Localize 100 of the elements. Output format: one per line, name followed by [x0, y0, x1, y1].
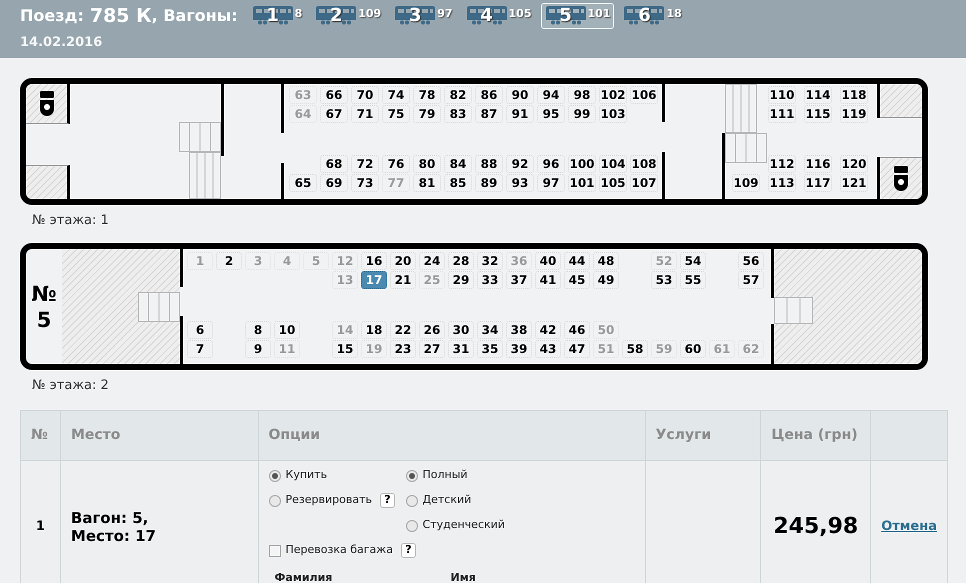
- seat[interactable]: 78: [413, 86, 441, 104]
- seat[interactable]: 86: [475, 86, 503, 104]
- seat[interactable]: 43: [535, 340, 561, 358]
- seat[interactable]: 20: [390, 252, 416, 270]
- seat[interactable]: 42: [535, 321, 561, 339]
- seat[interactable]: 71: [351, 105, 379, 123]
- seat[interactable]: 24: [419, 252, 445, 270]
- seat[interactable]: 60: [680, 340, 706, 358]
- seat[interactable]: 45: [564, 271, 590, 289]
- seat[interactable]: 21: [390, 271, 416, 289]
- seat[interactable]: 32: [477, 252, 503, 270]
- seat[interactable]: 70: [351, 86, 379, 104]
- seat[interactable]: 18: [361, 321, 387, 339]
- seat[interactable]: 41: [535, 271, 561, 289]
- seat[interactable]: 66: [320, 86, 348, 104]
- seat[interactable]: 109: [732, 174, 760, 192]
- seat[interactable]: 26: [419, 321, 445, 339]
- seat[interactable]: 44: [564, 252, 590, 270]
- seat[interactable]: 114: [804, 86, 832, 104]
- seat[interactable]: 105: [599, 174, 627, 192]
- seat[interactable]: 38: [506, 321, 532, 339]
- seat[interactable]: 107: [630, 174, 658, 192]
- seat[interactable]: 99: [568, 105, 596, 123]
- seat[interactable]: 39: [506, 340, 532, 358]
- help-badge[interactable]: ?: [380, 493, 395, 508]
- seat[interactable]: 112: [768, 155, 796, 173]
- seat[interactable]: 111: [768, 105, 796, 123]
- seat[interactable]: 110: [768, 86, 796, 104]
- seat[interactable]: 75: [382, 105, 410, 123]
- seat[interactable]: 65: [289, 174, 317, 192]
- seat[interactable]: 94: [537, 86, 565, 104]
- seat[interactable]: 101: [568, 174, 596, 192]
- seat[interactable]: 118: [840, 86, 868, 104]
- seat[interactable]: 93: [506, 174, 534, 192]
- seat[interactable]: 68: [320, 155, 348, 173]
- radio-button[interactable]: [406, 494, 418, 506]
- seat[interactable]: 113: [768, 174, 796, 192]
- seat[interactable]: 46: [564, 321, 590, 339]
- seat[interactable]: 30: [448, 321, 474, 339]
- seat[interactable]: 119: [840, 105, 868, 123]
- seat[interactable]: 8: [245, 321, 271, 339]
- seat[interactable]: 48: [593, 252, 619, 270]
- seat[interactable]: 40: [535, 252, 561, 270]
- seat[interactable]: 9: [245, 340, 271, 358]
- seat[interactable]: 89: [475, 174, 503, 192]
- checkbox[interactable]: [268, 544, 281, 556]
- seat[interactable]: 67: [320, 105, 348, 123]
- seat[interactable]: 6: [187, 321, 213, 339]
- seat[interactable]: 10: [274, 321, 300, 339]
- seat[interactable]: 106: [630, 86, 658, 104]
- seat[interactable]: 58: [622, 340, 648, 358]
- seat[interactable]: 74: [382, 86, 410, 104]
- seat[interactable]: 84: [444, 155, 472, 173]
- seat[interactable]: 56: [738, 252, 764, 270]
- seat[interactable]: 2: [216, 252, 242, 270]
- seat[interactable]: 37: [506, 271, 532, 289]
- seat[interactable]: 92: [506, 155, 534, 173]
- seat[interactable]: 80: [413, 155, 441, 173]
- seat[interactable]: 53: [651, 271, 677, 289]
- seat[interactable]: 81: [413, 174, 441, 192]
- seat[interactable]: 22: [390, 321, 416, 339]
- seat[interactable]: 104: [599, 155, 627, 173]
- wagon-tab[interactable]: 1 8: [248, 3, 306, 29]
- seat[interactable]: 54: [680, 252, 706, 270]
- wagon-tab[interactable]: 3 97: [390, 3, 457, 29]
- radio-button[interactable]: [268, 494, 281, 506]
- seat[interactable]: 47: [564, 340, 590, 358]
- seat[interactable]: 17: [361, 271, 387, 289]
- seat[interactable]: 108: [630, 155, 658, 173]
- seat[interactable]: 79: [413, 105, 441, 123]
- seat[interactable]: 55: [680, 271, 706, 289]
- radio-button[interactable]: [406, 470, 418, 482]
- wagon-tab[interactable]: 4 105: [462, 3, 536, 29]
- wagon-tab[interactable]: 5 101: [540, 3, 614, 29]
- seat[interactable]: 82: [444, 86, 472, 104]
- seat[interactable]: 15: [332, 340, 358, 358]
- seat[interactable]: 87: [475, 105, 503, 123]
- seat[interactable]: 57: [738, 271, 764, 289]
- seat[interactable]: 16: [361, 252, 387, 270]
- seat[interactable]: 72: [351, 155, 379, 173]
- seat[interactable]: 33: [477, 271, 503, 289]
- seat[interactable]: 28: [448, 252, 474, 270]
- wagon-tab[interactable]: 2 109: [311, 3, 386, 29]
- seat[interactable]: 90: [506, 86, 534, 104]
- seat[interactable]: 102: [599, 86, 627, 104]
- seat[interactable]: 29: [448, 271, 474, 289]
- seat[interactable]: 121: [840, 174, 868, 192]
- seat[interactable]: 69: [320, 174, 348, 192]
- seat[interactable]: 83: [444, 105, 472, 123]
- seat[interactable]: 96: [537, 155, 565, 173]
- seat[interactable]: 88: [475, 155, 503, 173]
- seat[interactable]: 23: [390, 340, 416, 358]
- seat[interactable]: 98: [568, 86, 596, 104]
- seat[interactable]: 116: [804, 155, 832, 173]
- seat[interactable]: 85: [444, 174, 472, 192]
- cancel-link[interactable]: Отмена: [881, 516, 937, 536]
- seat[interactable]: 117: [804, 174, 832, 192]
- seat[interactable]: 103: [599, 105, 627, 123]
- seat[interactable]: 34: [477, 321, 503, 339]
- seat[interactable]: 97: [537, 174, 565, 192]
